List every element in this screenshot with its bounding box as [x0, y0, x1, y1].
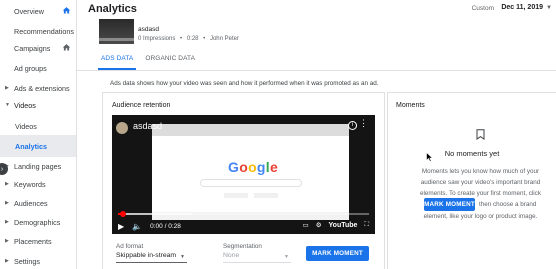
panel-title: Moments: [396, 102, 425, 109]
tab-organic-data[interactable]: ORGANIC DATA: [145, 55, 195, 70]
expand-arrow-icon: ▶: [5, 181, 9, 187]
panel-title: Audience retention: [112, 102, 171, 109]
video-controls-right: ▭ ⚙ YouTube ⛶: [296, 221, 369, 229]
sidebar-item-settings[interactable]: ▶ Settings: [0, 250, 76, 269]
sidebar: Overview Recommendations Campaigns Ad gr…: [0, 0, 77, 269]
ad-meta: 0 Impressions • 0:28 • John Peter: [138, 36, 242, 42]
ad-format-select[interactable]: Skippable in-stream: [116, 252, 176, 259]
dropdown-arrow-icon[interactable]: ▼: [284, 254, 289, 260]
expand-arrow-icon: ▶: [5, 238, 9, 244]
progress-scrubber[interactable]: [120, 211, 127, 217]
home-icon: [62, 6, 71, 15]
dropdown-arrow-icon[interactable]: ▼: [180, 254, 185, 260]
video-thumbnail: [99, 19, 134, 44]
meta-separator: •: [203, 36, 206, 42]
sidebar-item-label: Videos: [15, 121, 37, 131]
total-time: 0:28: [168, 222, 181, 230]
date-range-value[interactable]: Dec 11, 2019: [501, 4, 543, 11]
sidebar-item-overview[interactable]: Overview: [0, 0, 76, 22]
more-vert-icon[interactable]: ⋮: [359, 119, 368, 128]
sidebar-item-placements[interactable]: ▶ Placements: [0, 230, 76, 252]
sidebar-item-label: Settings: [14, 256, 40, 266]
sidebar-item-label: Recommendations: [14, 26, 74, 36]
expand-arrow-icon: ▶: [5, 85, 9, 91]
google-logo: Google: [228, 159, 279, 175]
ad-impressions: 0 Impressions: [138, 36, 176, 42]
video-frame: Google: [152, 124, 349, 220]
ad-name: asdasd: [138, 26, 159, 33]
fullscreen-icon[interactable]: ⛶: [364, 221, 369, 229]
youtube-logo[interactable]: YouTube: [329, 222, 358, 229]
ad-owner: John Peter: [209, 36, 239, 42]
moments-description-line: audience saw your video's important bran…: [420, 179, 541, 186]
search-buttons-graphic: [224, 193, 278, 198]
video-player[interactable]: Google asdasd i ⋮ ▶ 🔈 0:00 / 0:28 ▭ ⚙ Yo…: [112, 115, 375, 234]
empty-state-title: No moments yet: [444, 149, 500, 158]
collapse-arrow-icon: ▼: [5, 102, 10, 108]
moments-panel: Moments No moments yet Moments lets you …: [387, 92, 556, 269]
ad-format-label: Ad format: [116, 243, 144, 250]
sidebar-item-label: Analytics: [15, 141, 47, 151]
header: Analytics Custom Dec 11, 2019 ▼: [77, 0, 556, 18]
mark-moment-button[interactable]: MARK MOMENT: [306, 246, 369, 261]
ad-duration: 0:28: [186, 36, 199, 42]
chevron-right-icon: ›: [0, 165, 4, 173]
channel-avatar[interactable]: [116, 122, 128, 134]
sidebar-item-videos[interactable]: Videos: [0, 115, 76, 137]
info-icon[interactable]: i: [348, 121, 357, 130]
moments-description-line: element, like your logo or product image…: [423, 213, 538, 220]
tab-ads-data[interactable]: ADS DATA: [98, 55, 137, 70]
sidebar-item-label: Keywords: [14, 179, 46, 189]
segmentation-select[interactable]: None: [223, 252, 239, 259]
sidebar-item-videos-group[interactable]: ▼ Videos: [0, 94, 76, 116]
select-underline: [223, 262, 291, 263]
volume-icon[interactable]: 🔈: [132, 222, 142, 231]
sidebar-item-label: Placements: [14, 236, 52, 246]
tab-description: Ads data shows how your video was seen a…: [110, 80, 379, 87]
home-icon: [62, 43, 71, 52]
captions-icon[interactable]: ▭: [303, 221, 309, 229]
play-icon[interactable]: ▶: [118, 222, 124, 231]
sidebar-item-label: Videos: [14, 100, 36, 110]
meta-separator: •: [180, 36, 183, 42]
sidebar-item-campaigns[interactable]: Campaigns: [0, 37, 76, 59]
page-title: Analytics: [88, 3, 137, 15]
sidebar-item-analytics[interactable]: Analytics: [0, 135, 76, 157]
browser-toolbar: [152, 124, 349, 136]
sidebar-item-label: Landing pages: [14, 161, 62, 171]
time-separator: /: [164, 222, 167, 230]
sidebar-item-label: Overview: [14, 6, 44, 16]
time-display: 0:00 / 0:28: [150, 223, 181, 230]
tab-bar: ADS DATA ORGANIC DATA: [98, 55, 204, 70]
tab-divider: [77, 70, 556, 71]
expand-arrow-icon: ▶: [5, 200, 9, 206]
mouse-cursor-icon: [426, 152, 433, 162]
settings-gear-icon[interactable]: ⚙: [316, 221, 322, 229]
sidebar-item-label: Ads & extensions: [14, 83, 70, 93]
sidebar-item-label: Ad groups: [14, 63, 47, 73]
dropdown-arrow-icon[interactable]: ▼: [546, 5, 552, 11]
inline-mark-moment-button[interactable]: MARK MOMENT: [424, 198, 475, 211]
sidebar-item-label: Campaigns: [14, 43, 51, 53]
current-time: 0:00: [150, 222, 163, 230]
expand-arrow-icon: ▶: [5, 258, 9, 264]
bookmark-icon: [476, 129, 485, 140]
browser-page: Google: [152, 136, 349, 220]
sidebar-item-ad-groups[interactable]: Ad groups: [0, 57, 76, 79]
sidebar-item-label: Audiences: [14, 198, 48, 208]
audience-retention-panel: Audience retention Google asdasd i ⋮ ▶ 🔈…: [102, 92, 385, 269]
search-box-graphic: [200, 179, 302, 187]
expand-arrow-icon: ▶: [5, 219, 9, 225]
select-underline: [116, 262, 187, 263]
video-controls: ▶ 🔈 0:00 / 0:28 ▭ ⚙ YouTube ⛶: [112, 218, 375, 234]
date-range-label[interactable]: Custom: [472, 5, 494, 12]
thumbnail-strip: [99, 38, 134, 41]
progress-bar[interactable]: [118, 211, 369, 217]
moments-description-line: Moments lets you know how much of your: [421, 168, 540, 175]
sidebar-item-label: Demographics: [14, 217, 61, 227]
segmentation-label: Segmentation: [223, 243, 262, 250]
moments-description-line: then choose a brand: [479, 201, 537, 208]
progress-buffered: [118, 213, 194, 215]
video-title[interactable]: asdasd: [133, 121, 162, 131]
